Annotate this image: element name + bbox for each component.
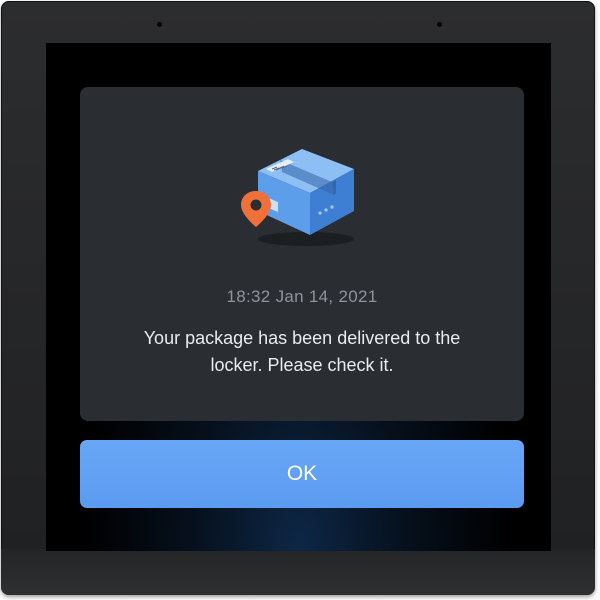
ok-button[interactable]: OK (80, 440, 524, 508)
notification-message: Your package has been delivered to the l… (143, 328, 461, 375)
package-delivered-icon (241, 149, 354, 246)
device-frame: 18:32 Jan 14, 2021 Your package has been… (1, 1, 595, 595)
camera-sensor-left (157, 22, 162, 27)
camera-sensor-right (437, 22, 442, 27)
bottom-bezel (1, 549, 595, 595)
delivery-timestamp: 18:32 Jan 14, 2021 (226, 287, 378, 306)
ok-button-label: OK (286, 462, 318, 485)
notification-card: 18:32 Jan 14, 2021 Your package has been… (80, 87, 524, 421)
screen: 18:32 Jan 14, 2021 Your package has been… (46, 43, 551, 551)
